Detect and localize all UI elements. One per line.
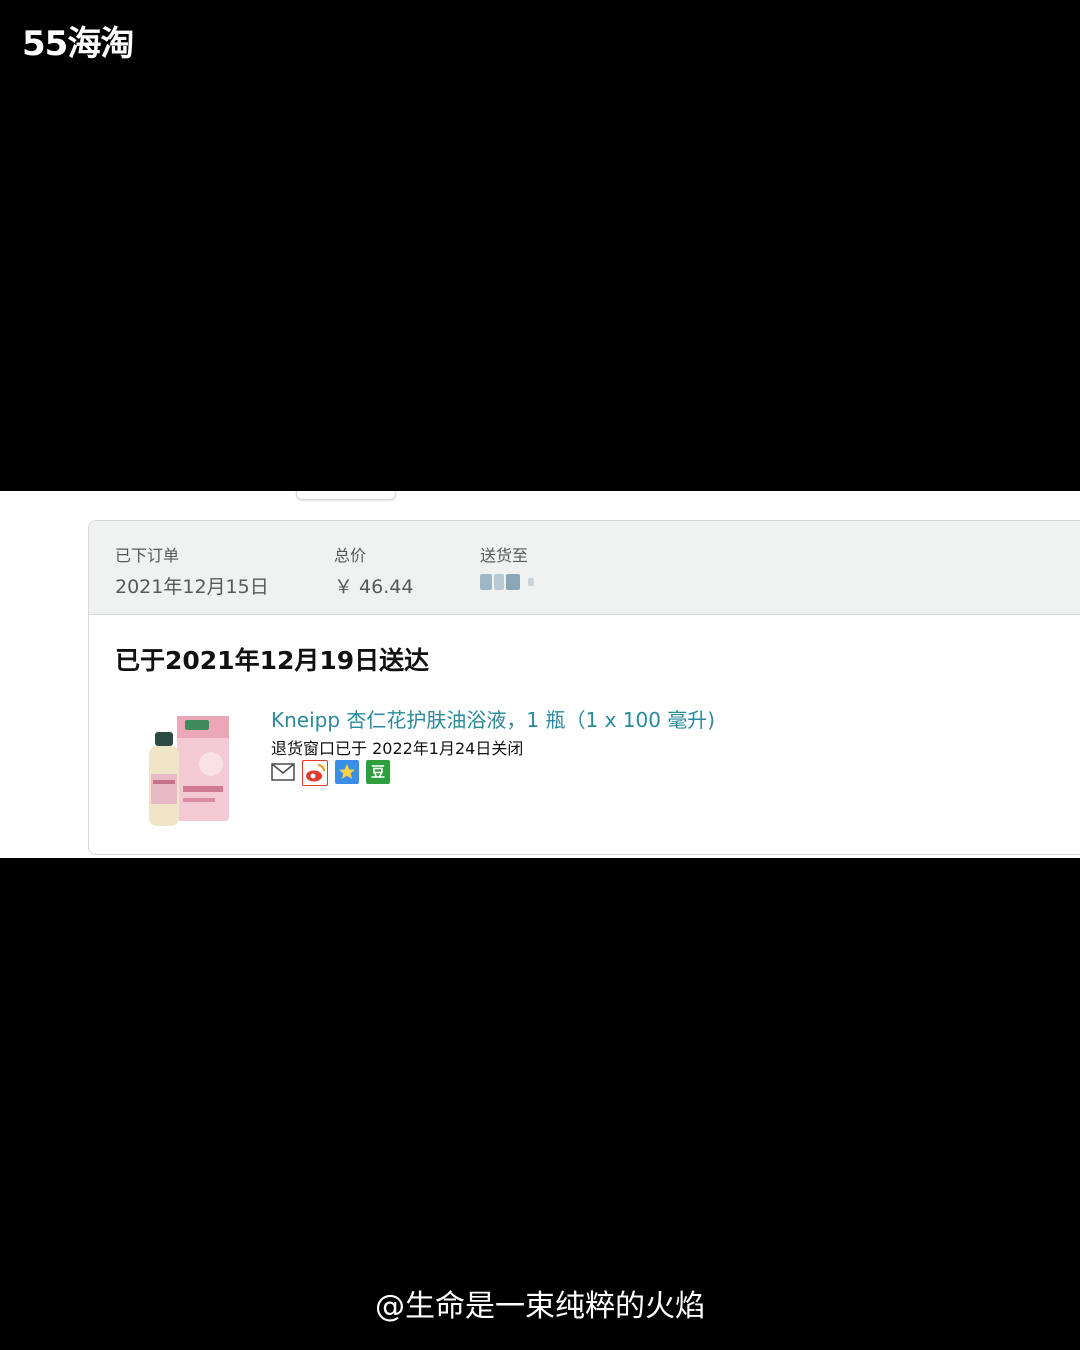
order-total-column: 总价 ￥ 46.44 xyxy=(334,542,413,599)
order-placed-label: 已下订单 xyxy=(115,546,180,565)
ship-to-label: 送货至 xyxy=(480,546,529,565)
share-icons: 豆 xyxy=(271,760,390,786)
tab-remnant xyxy=(296,491,396,500)
ship-to-column: 送货至 xyxy=(480,542,534,590)
product-title-link[interactable]: Kneipp 杏仁花护肤油浴液，1 瓶（1 x 100 毫升) xyxy=(271,704,715,733)
weibo-icon[interactable] xyxy=(302,760,328,786)
return-window-note: 退货窗口已于 2022年1月24日关闭 xyxy=(271,739,524,758)
order-total-label: 总价 xyxy=(334,546,367,565)
qzone-icon[interactable] xyxy=(335,760,359,784)
order-placed-date: 2021年12月15日 xyxy=(115,576,269,598)
delivery-status: 已于2021年12月19日送达 xyxy=(115,646,430,675)
douban-icon[interactable]: 豆 xyxy=(366,760,390,784)
ship-to-name-blurred[interactable] xyxy=(480,574,534,590)
order-header: 已下订单 2021年12月15日 总价 ￥ 46.44 送货至 xyxy=(89,521,1080,615)
order-panel: 已下订单 2021年12月15日 总价 ￥ 46.44 送货至 已于2021年1… xyxy=(0,491,1080,858)
author-caption: @生命是一束纯粹的火焰 xyxy=(375,1289,705,1324)
product-image[interactable] xyxy=(141,706,233,831)
order-placed-column: 已下订单 2021年12月15日 xyxy=(115,542,269,599)
order-total-value: ￥ 46.44 xyxy=(334,576,414,598)
watermark-logo: 55海淘 xyxy=(22,24,134,64)
email-icon[interactable] xyxy=(271,760,295,784)
order-card: 已下订单 2021年12月15日 总价 ￥ 46.44 送货至 已于2021年1… xyxy=(88,520,1080,855)
